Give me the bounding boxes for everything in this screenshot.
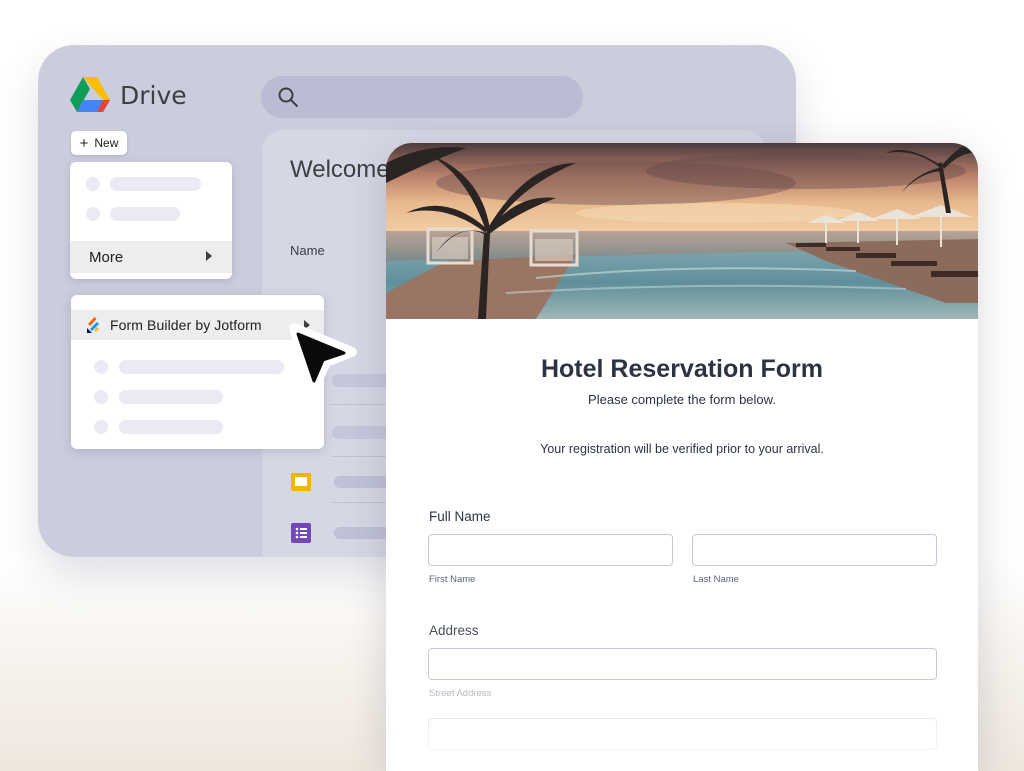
jotform-icon <box>87 317 99 333</box>
menu-item-placeholder-icon <box>94 420 108 434</box>
plus-icon: + <box>79 134 89 152</box>
row-divider <box>332 404 392 405</box>
forms-icon <box>291 523 311 543</box>
jotform-form-card: Hotel Reservation Form Please complete t… <box>386 143 978 771</box>
menu-item-label: Form Builder by Jotform <box>110 317 262 333</box>
new-context-menu: More <box>70 162 232 279</box>
menu-item-placeholder[interactable] <box>119 360 284 374</box>
mouse-cursor-icon <box>289 323 357 393</box>
form-subtitle: Please complete the form below. <box>588 392 776 407</box>
name-column-header[interactable]: Name <box>290 243 325 258</box>
slides-icon <box>291 473 311 491</box>
chevron-right-icon <box>206 251 212 261</box>
address-label: Address <box>429 623 479 638</box>
menu-item-placeholder[interactable] <box>119 420 223 434</box>
file-name-placeholder <box>334 527 390 539</box>
last-name-input[interactable] <box>692 534 937 566</box>
street-address-input[interactable] <box>428 648 937 680</box>
menu-item-more-label: More <box>89 249 124 266</box>
menu-item-placeholder-icon <box>86 207 100 221</box>
row-divider <box>332 502 392 503</box>
form-title: Hotel Reservation Form <box>540 355 823 383</box>
menu-item-placeholder-icon <box>94 390 108 404</box>
menu-item-placeholder[interactable] <box>119 390 223 404</box>
new-button[interactable]: + New <box>71 131 127 155</box>
form-fade-overlay <box>386 699 978 771</box>
file-name-placeholder <box>334 476 390 488</box>
first-name-sublabel: First Name <box>429 574 476 585</box>
first-name-input[interactable] <box>428 534 673 566</box>
street-address-sublabel: Street Address <box>429 688 492 699</box>
menu-item-placeholder[interactable] <box>110 207 180 221</box>
menu-item-placeholder-icon <box>94 360 108 374</box>
search-bar[interactable] <box>261 76 583 118</box>
full-name-label: Full Name <box>429 509 491 524</box>
row-divider <box>332 456 392 457</box>
menu-item-placeholder[interactable] <box>110 177 201 191</box>
menu-item-placeholder-icon <box>86 177 100 191</box>
google-drive-logo-icon <box>70 77 110 112</box>
file-row-placeholder <box>332 426 392 439</box>
last-name-sublabel: Last Name <box>693 574 739 585</box>
app-title: Drive <box>120 81 187 110</box>
hotel-pool-hero-image <box>386 143 978 319</box>
form-note: Your registration will be verified prior… <box>540 442 824 456</box>
welcome-heading: Welcome <box>290 156 390 183</box>
search-icon <box>278 87 298 107</box>
file-row-forms[interactable] <box>290 522 390 544</box>
file-row-slides[interactable] <box>290 471 390 493</box>
menu-item-more[interactable]: More <box>70 241 232 273</box>
new-button-label: New <box>94 136 119 150</box>
